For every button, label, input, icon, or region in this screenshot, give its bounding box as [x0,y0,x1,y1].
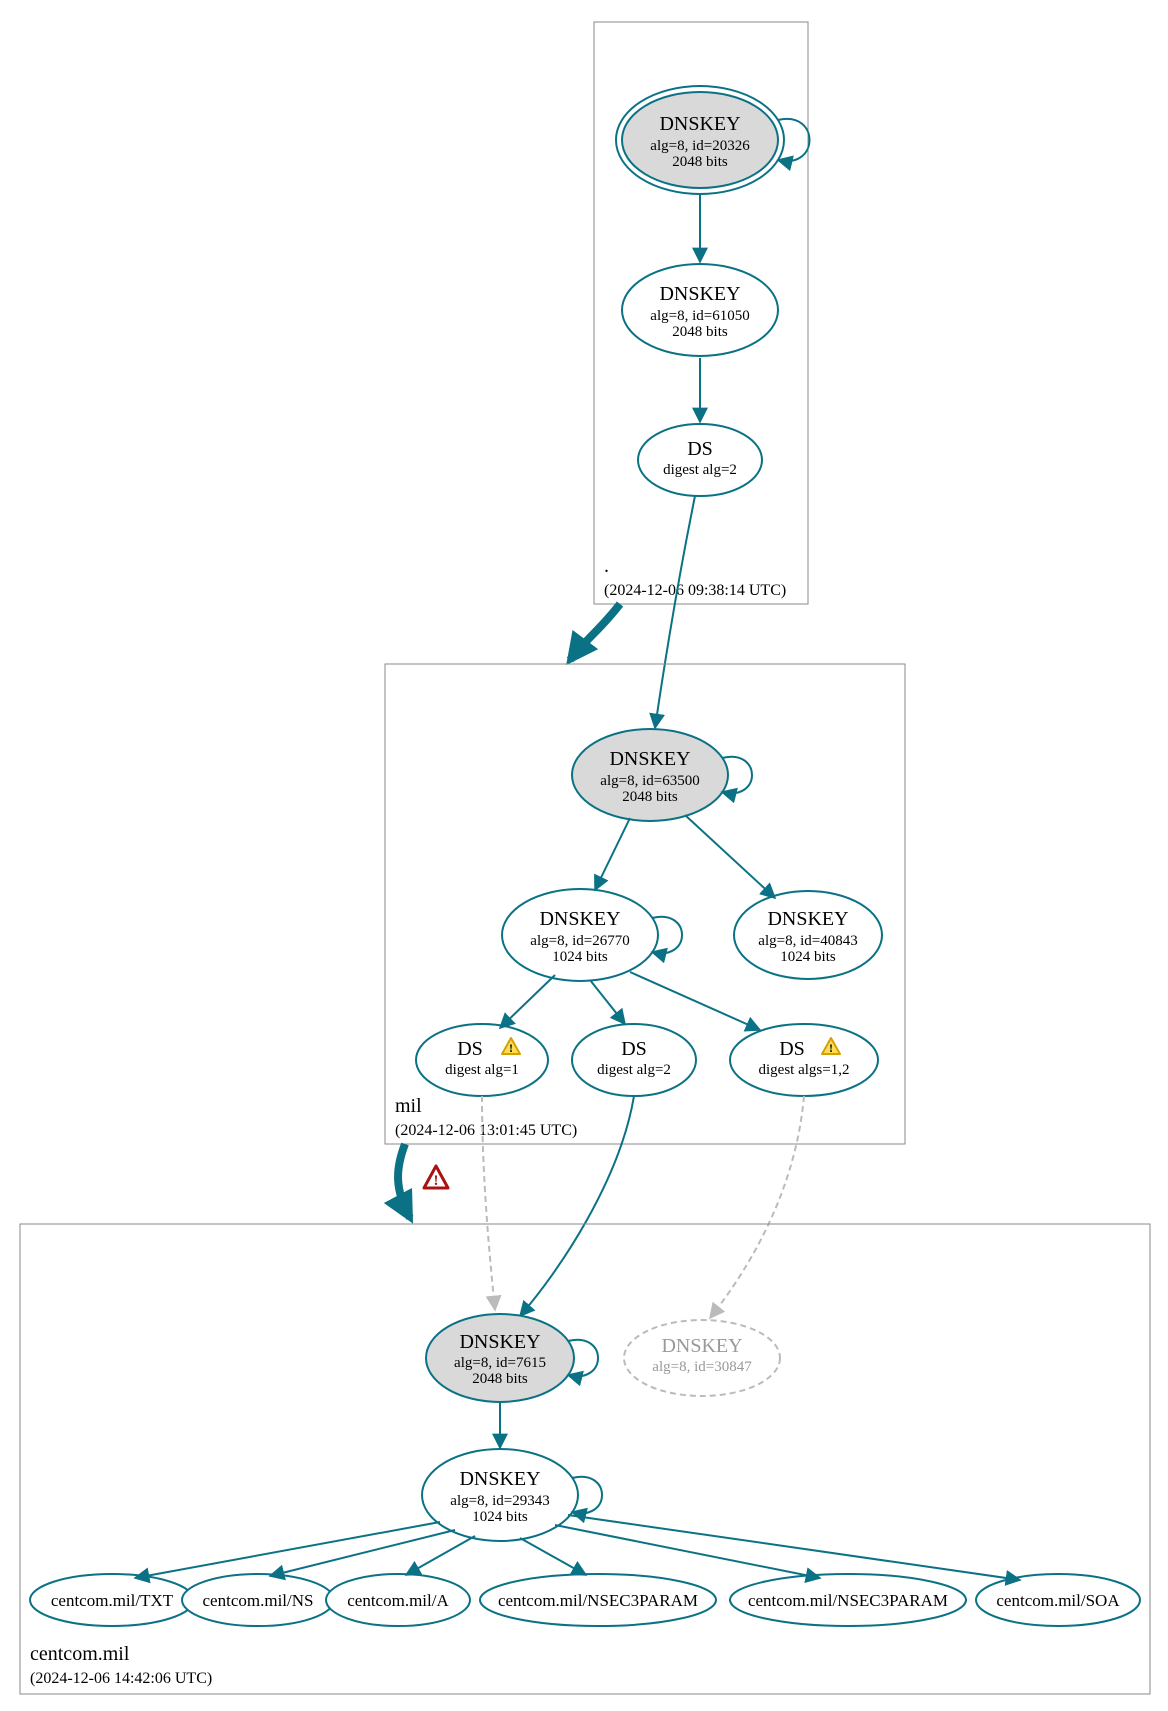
node-rr-nsec3p-1[interactable]: centcom.mil/NSEC3PARAM [480,1574,716,1626]
node-root-ds[interactable]: DS digest alg=2 [638,424,762,496]
svg-text:alg=8, id=61050: alg=8, id=61050 [650,308,749,324]
svg-text:!: ! [829,1041,833,1055]
edge-cczsk-a [406,1536,475,1575]
edge-milzsk-ds1 [500,975,555,1028]
node-root-zsk[interactable]: DNSKEY alg=8, id=61050 2048 bits [622,264,778,356]
svg-text:DNSKEY: DNSKEY [659,283,740,305]
zone-centcom-ts: (2024-12-06 14:42:06 UTC) [30,1670,212,1687]
svg-text:DNSKEY: DNSKEY [459,1331,540,1353]
edge-milksk-milzsk [595,818,630,890]
svg-text:centcom.mil/A: centcom.mil/A [347,1591,449,1610]
svg-text:DNSKEY: DNSKEY [661,1335,742,1357]
zone-centcom-label: centcom.mil [30,1643,130,1665]
svg-text:DS: DS [621,1038,647,1060]
svg-text:DS: DS [779,1038,805,1060]
svg-text:2048 bits: 2048 bits [672,324,728,340]
svg-text:2048 bits: 2048 bits [472,1371,528,1387]
edge-milzsk-ds3 [630,972,760,1030]
zone-root-ts: (2024-12-06 09:38:14 UTC) [604,582,786,599]
node-mil-ds2[interactable]: DS digest alg=2 [572,1024,696,1096]
svg-text:1024 bits: 1024 bits [780,949,836,965]
svg-text:digest alg=2: digest alg=2 [597,1062,671,1078]
svg-text:1024 bits: 1024 bits [552,949,608,965]
edge-delegation-mil-centcom [398,1144,410,1218]
svg-text:2048 bits: 2048 bits [672,154,728,170]
edge-milksk-milkey2 [685,815,775,898]
svg-text:alg=8, id=20326: alg=8, id=20326 [650,138,750,154]
zone-root-label: . [604,555,609,577]
node-rr-a[interactable]: centcom.mil/A [326,1574,470,1626]
zone-centcom: centcom.mil (2024-12-06 14:42:06 UTC) DN… [20,1224,1150,1694]
svg-text:DNSKEY: DNSKEY [539,908,620,930]
svg-text:!: ! [434,1173,439,1189]
svg-text:centcom.mil/NSEC3PARAM: centcom.mil/NSEC3PARAM [748,1591,948,1610]
svg-text:alg=8, id=7615: alg=8, id=7615 [454,1355,546,1371]
node-mil-key2[interactable]: DNSKEY alg=8, id=40843 1024 bits [734,891,882,979]
node-mil-ds3[interactable]: DS digest algs=1,2 ! [730,1024,878,1096]
svg-text:centcom.mil/TXT: centcom.mil/TXT [51,1591,174,1610]
zone-root: . (2024-12-06 09:38:14 UTC) DNSKEY alg=8… [594,22,810,604]
svg-text:alg=8, id=30847: alg=8, id=30847 [652,1359,752,1375]
svg-text:centcom.mil/SOA: centcom.mil/SOA [996,1591,1120,1610]
node-rr-txt[interactable]: centcom.mil/TXT [30,1574,194,1626]
svg-text:DNSKEY: DNSKEY [767,908,848,930]
svg-text:centcom.mil/NSEC3PARAM: centcom.mil/NSEC3PARAM [498,1591,698,1610]
node-rr-nsec3p-2[interactable]: centcom.mil/NSEC3PARAM [730,1574,966,1626]
zone-mil: mil (2024-12-06 13:01:45 UTC) DNSKEY alg… [385,664,905,1144]
svg-text:DNSKEY: DNSKEY [609,748,690,770]
node-cc-key2[interactable]: DNSKEY alg=8, id=30847 [624,1320,780,1396]
dnssec-graph: . (2024-12-06 09:38:14 UTC) DNSKEY alg=8… [0,0,1168,1711]
svg-text:digest alg=1: digest alg=1 [445,1062,519,1078]
node-cc-zsk[interactable]: DNSKEY alg=8, id=29343 1024 bits [422,1449,578,1541]
svg-text:digest algs=1,2: digest algs=1,2 [759,1062,850,1078]
svg-text:1024 bits: 1024 bits [472,1509,528,1525]
svg-text:alg=8, id=63500: alg=8, id=63500 [600,773,699,789]
edge-rootds-milksk [655,496,695,728]
edge-delegation-root-mil [570,604,620,660]
node-mil-ds1[interactable]: DS digest alg=1 ! [416,1024,548,1096]
zone-mil-ts: (2024-12-06 13:01:45 UTC) [395,1122,577,1139]
svg-text:DNSKEY: DNSKEY [659,113,740,135]
edge-milzsk-ds2 [590,980,625,1024]
edge-cczsk-txt [135,1522,440,1578]
svg-text:DNSKEY: DNSKEY [459,1468,540,1490]
svg-text:digest alg=2: digest alg=2 [663,462,737,478]
edge-ds3-cckey2 [710,1096,804,1318]
node-mil-ksk[interactable]: DNSKEY alg=8, id=63500 2048 bits [572,729,728,821]
svg-text:alg=8, id=29343: alg=8, id=29343 [450,1493,549,1509]
error-icon: ! [424,1166,448,1189]
node-mil-zsk[interactable]: DNSKEY alg=8, id=26770 1024 bits [502,889,658,981]
svg-text:!: ! [509,1041,513,1055]
edge-root-ksk-self [778,119,810,161]
node-cc-ksk[interactable]: DNSKEY alg=8, id=7615 2048 bits [426,1314,574,1402]
zone-mil-label: mil [395,1095,422,1117]
edge-cczsk-n3p1 [520,1538,586,1575]
node-rr-soa[interactable]: centcom.mil/SOA [976,1574,1140,1626]
svg-text:alg=8, id=40843: alg=8, id=40843 [758,933,857,949]
svg-text:DS: DS [687,438,713,460]
svg-text:centcom.mil/NS: centcom.mil/NS [203,1591,314,1610]
svg-text:DS: DS [457,1038,483,1060]
svg-text:alg=8, id=26770: alg=8, id=26770 [530,933,629,949]
svg-text:2048 bits: 2048 bits [622,789,678,805]
node-rr-ns[interactable]: centcom.mil/NS [182,1574,334,1626]
node-root-ksk[interactable]: DNSKEY alg=8, id=20326 2048 bits [616,86,784,194]
edge-cczsk-soa [568,1515,1020,1580]
